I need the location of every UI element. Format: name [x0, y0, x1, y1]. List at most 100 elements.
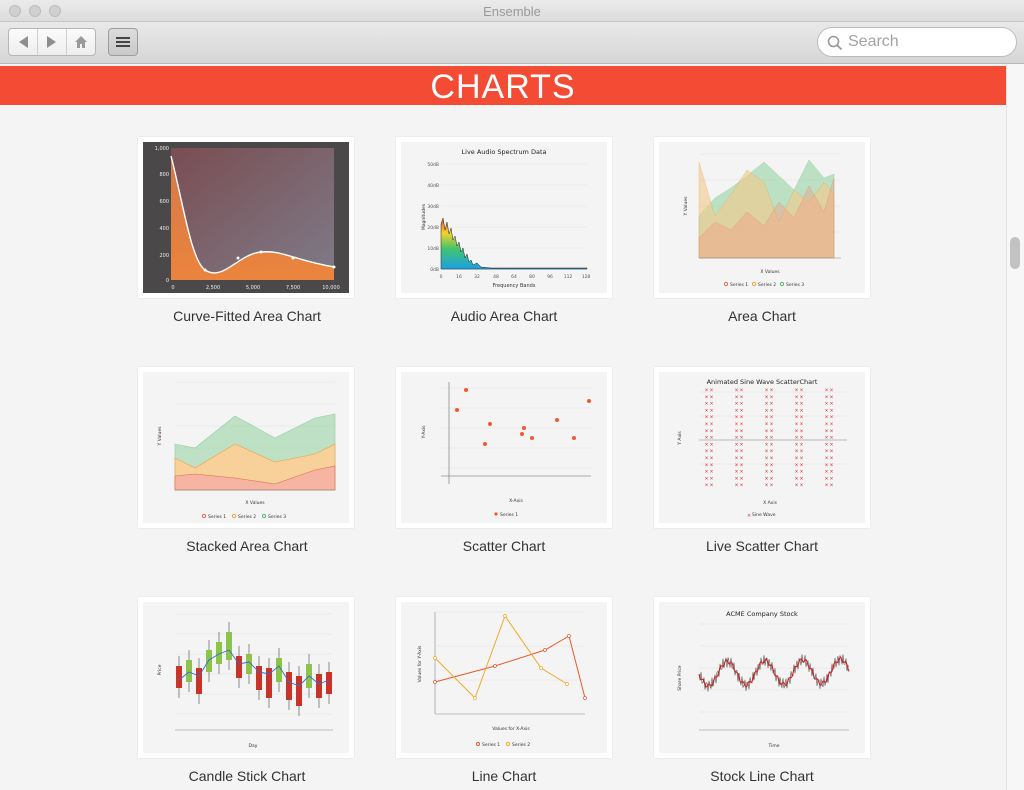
sine-point: ×: [710, 483, 714, 489]
sine-point: ×: [710, 456, 714, 462]
sample-caption[interactable]: Curve-Fitted Area Chart: [117, 308, 377, 324]
sine-point: ×: [830, 402, 834, 408]
sample-tile-live-scatter-chart[interactable]: Animated Sine Wave ScatterChart × × × × × × × ×…: [654, 367, 870, 528]
sine-point: ×: [825, 442, 829, 448]
toolbar: [0, 22, 1024, 64]
sine-point: ×: [800, 436, 804, 442]
sine-point: ×: [705, 402, 709, 408]
sine-point: ×: [735, 429, 739, 435]
sine-point: ×: [740, 402, 744, 408]
search-icon: [827, 35, 843, 51]
sample-tile-stacked-area-chart[interactable]: Y Values X Values Series 1 Series 2 Seri…: [138, 367, 354, 528]
sample-tile-scatter-chart[interactable]: Y-Axis X-Axis Series 1: [396, 367, 612, 528]
sine-point: ×: [770, 422, 774, 428]
sine-point: ×: [800, 476, 804, 482]
sine-point: ×: [740, 395, 744, 401]
stock-chart-title: ACME Company Stock: [726, 610, 798, 618]
sine-point: ×: [735, 463, 739, 469]
home-button[interactable]: [67, 29, 95, 55]
sine-point: ×: [710, 429, 714, 435]
area-legend-item: Series 3: [786, 282, 804, 288]
sine-point: ×: [765, 483, 769, 489]
candle-body: [176, 666, 182, 688]
sine-point: ×: [765, 463, 769, 469]
candle-body: [206, 650, 212, 672]
audio-chart-title: Live Audio Spectrum Data: [462, 148, 547, 156]
sample-caption[interactable]: Live Scatter Chart: [632, 538, 892, 554]
sine-point: ×: [740, 442, 744, 448]
sine-point: ×: [795, 402, 799, 408]
sample-tile-audio-area-chart[interactable]: Live Audio Spectrum Data Magnitudes Freq…: [396, 137, 612, 298]
sine-point: ×: [800, 402, 804, 408]
stacked-area-chart-thumbnail: Y Values X Values Series 1 Series 2 Seri…: [143, 372, 349, 523]
sine-point: ×: [830, 408, 834, 414]
home-icon: [75, 36, 87, 48]
sine-point: ×: [765, 429, 769, 435]
sine-point: ×: [825, 449, 829, 455]
sample-caption[interactable]: Area Chart: [632, 308, 892, 324]
stock-y-label: Share Price: [677, 665, 683, 691]
sine-point: ×: [800, 429, 804, 435]
back-button[interactable]: [9, 29, 38, 55]
sine-point: ×: [710, 415, 714, 421]
live-scatter-chart-thumbnail: Animated Sine Wave ScatterChart × ×× ×× ×× ×…: [659, 372, 865, 523]
sample-tile-candle-stick-chart[interactable]: Price Day: [138, 597, 354, 758]
sample-caption[interactable]: Line Chart: [374, 768, 634, 784]
sine-point: ×: [705, 476, 709, 482]
vertical-scrollbar[interactable]: [1006, 64, 1024, 790]
search-box[interactable]: [817, 27, 1017, 57]
sample-tile-line-chart[interactable]: Values for Y-Axis Values for X-Axis Seri…: [396, 597, 612, 758]
audio-y-tick: 10dB: [427, 246, 439, 252]
sine-point: ×: [765, 470, 769, 476]
sine-point: ×: [735, 395, 739, 401]
sine-point: ×: [825, 463, 829, 469]
audio-x-tick: 16: [456, 274, 462, 280]
sample-tile-area-chart[interactable]: Y Values X Values Series 1 Series 2 Seri…: [654, 137, 870, 298]
candle-stick-chart-thumbnail: Price Day: [143, 602, 349, 753]
search-input[interactable]: [848, 32, 1008, 52]
sine-point: ×: [825, 422, 829, 428]
sample-tile-stock-line-chart[interactable]: ACME Company Stock Share Price Time: [654, 597, 870, 758]
sidebar-menu-button[interactable]: [108, 28, 138, 56]
sine-point: ×: [710, 395, 714, 401]
curve-x-tick: 10,000: [322, 285, 340, 291]
candle-body: [296, 676, 302, 706]
scrollbar-thumb[interactable]: [1010, 237, 1020, 269]
app-window: Ensemble CHARTS: [0, 0, 1024, 790]
audio-x-tick: 96: [547, 274, 553, 280]
sine-point: ×: [735, 476, 739, 482]
candle-body: [326, 672, 332, 694]
sine-point: ×: [740, 422, 744, 428]
sine-point: ×: [795, 395, 799, 401]
sine-point: ×: [740, 476, 744, 482]
forward-button[interactable]: [38, 29, 67, 55]
sine-point: ×: [735, 422, 739, 428]
sine-point: ×: [830, 415, 834, 421]
sample-caption[interactable]: Stacked Area Chart: [117, 538, 377, 554]
curve-x-tick: 7,500: [286, 285, 300, 291]
area-legend-item: Series 2: [758, 282, 776, 288]
sample-caption[interactable]: Audio Area Chart: [374, 308, 634, 324]
stock-line-chart-thumbnail: ACME Company Stock Share Price Time: [659, 602, 865, 753]
sample-caption[interactable]: Stock Line Chart: [632, 768, 892, 784]
sine-point: ×: [765, 422, 769, 428]
sine-point: ×: [795, 436, 799, 442]
sine-point: ×: [795, 449, 799, 455]
arrow-left-icon: [19, 36, 28, 48]
curve-y-tick: 0: [166, 278, 169, 284]
sample-caption[interactable]: Candle Stick Chart: [117, 768, 377, 784]
sine-point: ×: [710, 470, 714, 476]
sine-point: ×: [735, 442, 739, 448]
curve-y-tick: 1,000: [155, 146, 169, 152]
sine-point: ×: [830, 483, 834, 489]
sine-point: ×: [740, 449, 744, 455]
sine-point: ×: [770, 402, 774, 408]
area-chart-thumbnail: Y Values X Values Series 1 Series 2 Seri…: [659, 142, 865, 293]
sine-point: ×: [825, 395, 829, 401]
sample-caption[interactable]: Scatter Chart: [374, 538, 634, 554]
sine-point: ×: [735, 388, 739, 394]
curve-y-tick: 200: [159, 253, 169, 259]
sample-tile-curve-fitted-area-chart[interactable]: 1,000 800 600 400 200 0 0 2,500 5,000 7,…: [138, 137, 354, 298]
sine-point: ×: [770, 395, 774, 401]
sine-point: ×: [710, 463, 714, 469]
